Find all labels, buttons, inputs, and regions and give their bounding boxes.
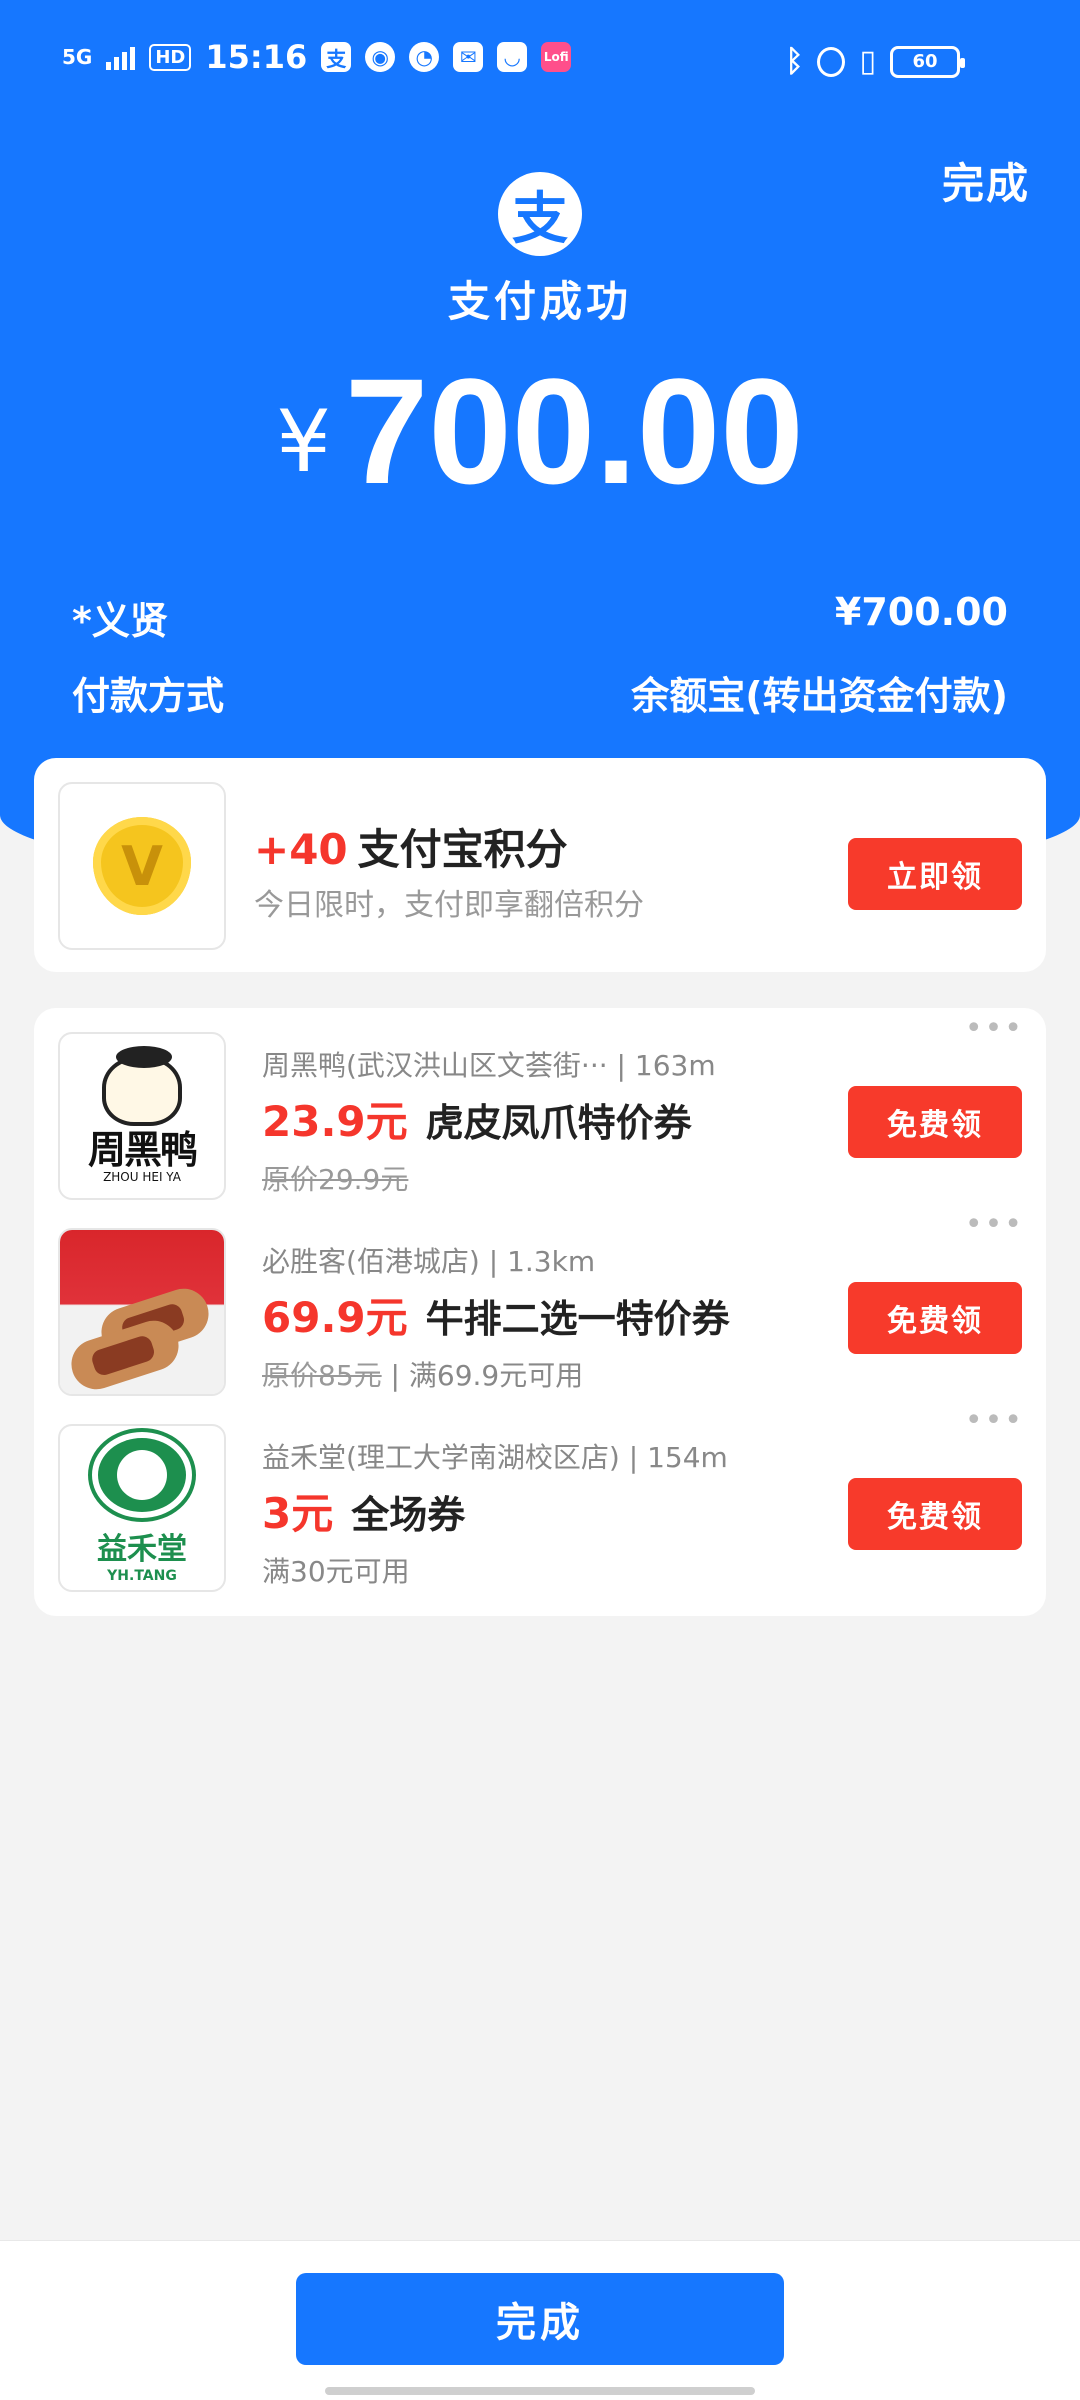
more-icon[interactable]: ••• — [965, 1210, 1024, 1240]
deal-meta: 满30元可用 — [262, 1550, 410, 1590]
deal-offer: 23.9元 虎皮凤爪特价券 — [262, 1088, 692, 1149]
deal-price: 23.9元 — [262, 1097, 408, 1146]
alarm-icon — [817, 46, 846, 77]
speed-icon: ◔ — [409, 42, 440, 72]
yihetang-logo: 益禾堂 YH.TANG — [58, 1424, 226, 1592]
points-thumbnail: V — [58, 782, 226, 950]
payment-method-label: 付款方式 — [72, 674, 225, 718]
network-type: 5G — [62, 45, 93, 69]
brand-logo-text: 益禾堂 — [97, 1532, 187, 1567]
brand-logo-en: YH.TANG — [107, 1568, 177, 1584]
points-subtitle: 今日限时，支付即享翻倍积分 — [254, 888, 644, 923]
brand-logo-text: 周黑鸭 — [87, 1128, 198, 1172]
shop-name: 益禾堂(理工大学南湖校区店) — [262, 1441, 620, 1474]
original-price: 原价29.9元 — [262, 1163, 409, 1196]
pink-app-icon: Lofi — [541, 42, 572, 72]
alipay-logo-icon: 支 — [498, 172, 582, 256]
payment-success-title: 支付成功 — [447, 277, 632, 326]
status-bar: 5G HD 15:16 支 ◉ ◔ ✉ ◡ Lofi ᛒ ▯ 60 — [0, 0, 1080, 120]
list-item[interactable]: 必胜客(佰港城店) | 1.3km 69.9元 牛排二选一特价券 原价85元 | … — [34, 1204, 1046, 1400]
battery-icon: 60 — [890, 45, 965, 78]
vibrate-icon: ▯ — [859, 44, 876, 79]
payee-label: *义贤 — [72, 599, 168, 643]
message-icon: ✉ — [453, 42, 484, 72]
shield-icon: ◡ — [497, 42, 528, 72]
deal-condition: 满69.9元可用 — [408, 1359, 584, 1392]
alipay-icon: 支 — [321, 42, 352, 72]
hd-badge: HD — [149, 43, 192, 71]
free-claim-button[interactable]: 免费领 — [848, 1282, 1022, 1354]
weibo-icon: ◉ — [365, 42, 396, 72]
shop-name: 周黑鸭(武汉洪山区文荟街··· — [262, 1049, 608, 1082]
shop-distance: 1.3km — [507, 1245, 596, 1278]
points-card: V +40 支付宝积分 今日限时，支付即享翻倍积分 立即领 — [34, 758, 1046, 972]
points-title: +40 支付宝积分 — [254, 816, 568, 877]
shop-distance: 154m — [647, 1441, 728, 1474]
deal-price: 3元 — [262, 1489, 334, 1538]
shop-distance: 163m — [634, 1049, 716, 1082]
free-claim-button[interactable]: 免费领 — [848, 1478, 1022, 1550]
shop-info: 益禾堂(理工大学南湖校区店) | 154m — [262, 1441, 728, 1474]
deal-condition: 满30元可用 — [262, 1555, 410, 1588]
shop-info: 必胜客(佰港城店) | 1.3km — [262, 1245, 596, 1278]
bottom-bar: 完成 — [0, 2240, 1080, 2400]
more-icon[interactable]: ••• — [965, 1406, 1024, 1436]
clock: 15:16 — [205, 38, 308, 76]
currency-symbol: ¥ — [276, 392, 331, 492]
signal-icon — [106, 44, 136, 70]
brand-logo-en: ZHOU HEI YA — [103, 1170, 181, 1184]
claim-points-button[interactable]: 立即领 — [848, 838, 1022, 910]
shop-info: 周黑鸭(武汉洪山区文荟街··· | 163m — [262, 1049, 716, 1082]
zhouheiya-logo: 周黑鸭 ZHOU HEI YA — [58, 1032, 226, 1200]
payee-value: ¥700.00 — [834, 590, 1008, 634]
deal-meta: 原价85元 | 满69.9元可用 — [262, 1359, 584, 1392]
done-link[interactable]: 完成 — [942, 150, 1030, 211]
points-title-text: 支付宝积分 — [357, 825, 568, 874]
list-item[interactable]: 周黑鸭 ZHOU HEI YA 周黑鸭(武汉洪山区文荟街··· | 163m 2… — [34, 1008, 1046, 1204]
payee-row: *义贤 ¥700.00 — [72, 590, 1008, 645]
done-button[interactable]: 完成 — [296, 2273, 784, 2365]
points-amount: +40 — [254, 825, 348, 874]
shop-name: 必胜客(佰港城店) — [262, 1245, 480, 1278]
list-item[interactable]: 益禾堂 YH.TANG 益禾堂(理工大学南湖校区店) | 154m 3元 全场券 … — [34, 1400, 1046, 1596]
steak-photo — [60, 1230, 224, 1394]
payment-method-value: 余额宝(转出资金付款) — [631, 674, 1008, 718]
bluetooth-icon: ᛒ — [785, 44, 804, 79]
pizzahut-image — [58, 1228, 226, 1396]
coupons-card: 周黑鸭 ZHOU HEI YA 周黑鸭(武汉洪山区文荟街··· | 163m 2… — [34, 1008, 1046, 1616]
home-indicator[interactable] — [325, 2387, 755, 2395]
original-price: 原价85元 — [262, 1359, 382, 1392]
deal-meta: 原价29.9元 — [262, 1158, 408, 1198]
deal-price: 69.9元 — [262, 1293, 408, 1342]
deal-title: 牛排二选一特价券 — [425, 1297, 730, 1341]
deal-title: 虎皮凤爪特价券 — [425, 1101, 692, 1145]
points-medal-icon: V — [93, 817, 191, 915]
payment-method-row: 付款方式 余额宝(转出资金付款) — [72, 665, 1008, 720]
mascot-icon — [102, 1046, 182, 1126]
tea-mascot-icon — [92, 1432, 192, 1518]
amount-value: 700.00 — [344, 347, 804, 515]
deal-title: 全场券 — [351, 1493, 466, 1537]
deal-offer: 3元 全场券 — [262, 1480, 465, 1541]
more-icon[interactable]: ••• — [965, 1014, 1024, 1044]
free-claim-button[interactable]: 免费领 — [848, 1086, 1022, 1158]
deal-offer: 69.9元 牛排二选一特价券 — [262, 1284, 730, 1345]
paid-amount: ¥700.00 — [0, 345, 1080, 518]
